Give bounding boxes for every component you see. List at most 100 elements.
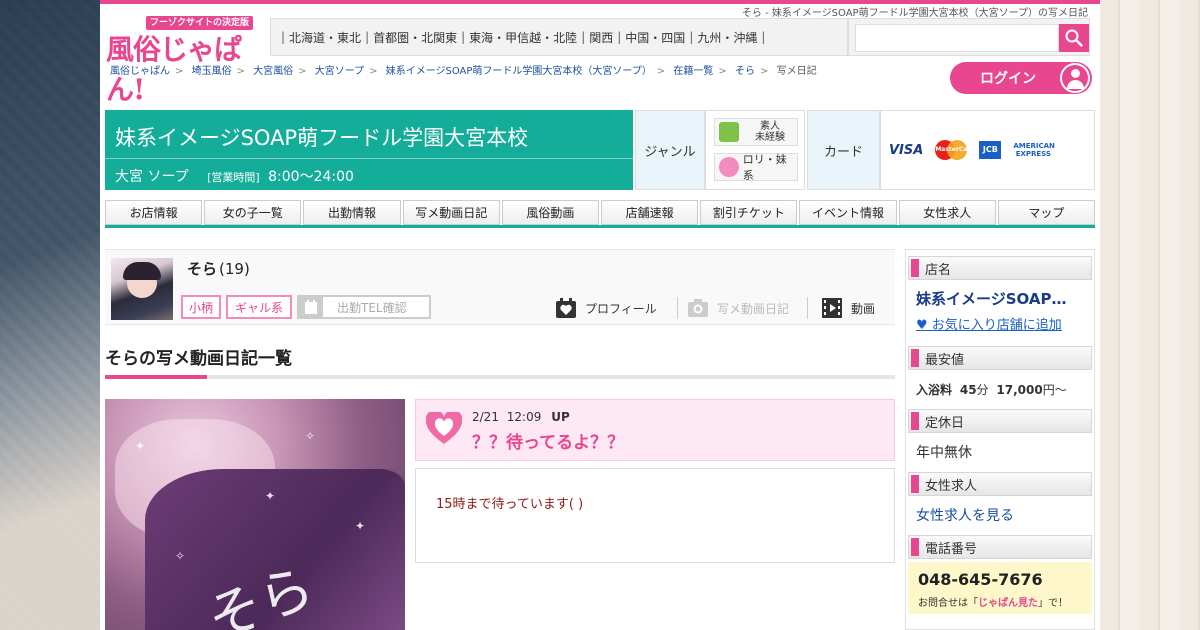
region-link-hokkaido[interactable]: 北海道・東北 <box>289 29 361 46</box>
amex-logo: AMERICAN EXPRESS <box>1013 142 1055 158</box>
nav-girl-list[interactable]: 女の子一覧 <box>204 200 302 225</box>
post-text: 15時まで待っています( ) <box>436 497 584 512</box>
tag-gal[interactable]: ギャル系 <box>226 295 292 319</box>
region-link-chugoku[interactable]: 中国・四国 <box>625 29 685 46</box>
shop-hours: 8:00～24:00 <box>268 169 354 185</box>
region-link-kyushu[interactable]: 九州・沖縄 <box>697 29 757 46</box>
post-title[interactable]: ？？待ってるよ？？ <box>472 428 624 453</box>
shop-hours-label: [営業時間] <box>207 171 260 184</box>
nav-discount[interactable]: 割引チケット <box>700 200 798 225</box>
page-container: そら - 妹系イメージSOAP萌フードル学園大宮本校（大宮ソープ）の写メ日記 フ… <box>100 4 1100 630</box>
phone-box: 048-645-7676 お問合せは「じゃぱん見た」で！ <box>908 562 1092 614</box>
genre-tag-label: 素人 未経験 <box>755 121 785 143</box>
sidebar-shop-name[interactable]: 妹系イメージSOAP… <box>916 288 1066 309</box>
recruit-link[interactable]: 女性求人を見る <box>916 505 1014 525</box>
nav-recruit[interactable]: 女性求人 <box>898 200 996 225</box>
nav-shop-info[interactable]: お店情報 <box>105 200 203 225</box>
breadcrumb-item[interactable]: そら <box>735 66 755 77</box>
tel-check-label: 出勤TEL確認 <box>337 300 407 315</box>
mastercard-logo: MasterCard <box>935 140 968 160</box>
sidebar-heading-recruit: 女性求人 <box>908 472 1092 496</box>
girl-age: (19) <box>219 260 250 278</box>
heart-icon <box>426 412 462 444</box>
background-wood-right <box>1100 0 1200 630</box>
diary-photo[interactable]: ✦ ✧ ✦ ✧ ✦ そら <box>105 399 405 630</box>
shop-header: 妹系イメージSOAP萌フードル学園大宮本校 大宮 ソープ [営業時間] 8:00… <box>105 110 633 190</box>
phone-note: お問合せは「じゃぱん見た」で！ <box>918 598 1068 609</box>
card-logos: VISA MasterCard JCB AMERICAN EXPRESS <box>880 110 1095 190</box>
diary-link-label: 写メ動画日記 <box>717 301 790 316</box>
nav-photo-diary[interactable]: 写メ動画日記 <box>402 200 500 225</box>
sidebar-heading-shop: 店名 <box>908 256 1092 280</box>
sparkle-icon: ✦ <box>265 489 276 503</box>
diary-post-header[interactable]: 2/21 12:09 UP ？？待ってるよ？？ <box>415 399 895 461</box>
girl-name: そら (19) <box>187 260 250 278</box>
site-logo[interactable]: フーゾクサイトの決定版 風俗じゃぱん! <box>106 16 256 106</box>
background-photo-left <box>0 0 100 630</box>
breadcrumb-item[interactable]: 妹系イメージSOAP萌フードル学園大宮本校（大宮ソープ） <box>386 66 652 77</box>
search-button[interactable] <box>1059 24 1089 52</box>
genre-tag-loli[interactable]: ロリ・妹系 <box>714 153 798 182</box>
search-input[interactable] <box>855 24 1059 52</box>
genre-label: ジャンル <box>635 110 705 190</box>
breadcrumb-item[interactable]: 在籍一覧 <box>673 66 713 77</box>
sparkle-icon: ✦ <box>135 439 146 453</box>
sparkle-icon: ✧ <box>175 549 186 563</box>
breadcrumb-current: 写メ日記 <box>776 66 817 77</box>
region-nav: | 北海道・東北 | 首都圏・北関東 | 東海・甲信越・北陸 | 関西 | 中国… <box>270 18 848 56</box>
profile-bar: そら (19) 小柄 ギャル系 出勤TEL確認 プロフィール 写メ動画日記 動画 <box>105 249 895 325</box>
avatar[interactable] <box>111 258 173 320</box>
phone-number[interactable]: 048-645-7676 <box>918 570 1043 589</box>
nav-schedule[interactable]: 出勤情報 <box>303 200 401 225</box>
shop-area-label: 大宮 ソープ <box>115 169 189 185</box>
nav-videos[interactable]: 風俗動画 <box>501 200 600 225</box>
nav-events[interactable]: イベント情報 <box>799 200 897 225</box>
region-link-kansai[interactable]: 関西 <box>589 29 613 46</box>
film-icon <box>822 298 842 318</box>
breadcrumb-item[interactable]: 大宮ソープ <box>315 66 364 77</box>
diary-post-body: 15時まで待っています( ) <box>415 468 895 563</box>
sparkle-icon: ✦ <box>355 519 366 533</box>
card-label: カード <box>807 110 880 190</box>
profile-link[interactable]: プロフィール <box>555 295 657 321</box>
jcb-logo: JCB <box>979 141 1002 159</box>
search-box <box>848 18 1090 56</box>
breadcrumb-item[interactable]: 大宮風俗 <box>253 66 293 77</box>
sidebar-heading-holiday: 定休日 <box>908 409 1092 433</box>
diary-link[interactable]: 写メ動画日記 <box>687 295 789 321</box>
breadcrumb-item[interactable]: 風俗じゃぱん <box>110 66 170 77</box>
region-link-shutoken[interactable]: 首都圏・北関東 <box>373 29 457 46</box>
sidebar-price: 入浴料 45分 17,000円～ <box>916 383 1067 397</box>
sidebar: 店名 妹系イメージSOAP… ♥ お気に入り店舗に追加 最安値 入浴料 45分 … <box>905 249 1095 630</box>
login-label: ログイン <box>980 71 1036 87</box>
calendar-icon <box>299 297 323 317</box>
profile-calendar-icon <box>556 298 576 318</box>
page-subtitle: そら - 妹系イメージSOAP萌フードル学園大宮本校（大宮ソープ）の写メ日記 <box>741 8 1088 19</box>
breadcrumb-item[interactable]: 埼玉風俗 <box>192 66 232 77</box>
tag-petite[interactable]: 小柄 <box>181 295 221 319</box>
profile-link-label: プロフィール <box>585 301 657 316</box>
shop-area: 大宮 ソープ [営業時間] 8:00～24:00 <box>115 166 354 186</box>
lollipop-icon <box>719 157 739 177</box>
video-link[interactable]: 動画 <box>821 295 875 321</box>
genre-tag-label: ロリ・妹系 <box>742 153 787 182</box>
favorite-link[interactable]: ♥ お気に入り店舗に追加 <box>916 314 1062 333</box>
breadcrumb: 風俗じゃぱん > 埼玉風俗 > 大宮風俗 > 大宮ソープ > 妹系イメージSOAP萌フー… <box>110 66 817 77</box>
region-link-tokai[interactable]: 東海・甲信越・北陸 <box>469 29 577 46</box>
nav-map[interactable]: マップ <box>997 200 1096 225</box>
nav-shop-news[interactable]: 店舗速報 <box>601 200 699 225</box>
sidebar-heading-price: 最安値 <box>908 346 1092 370</box>
video-link-label: 動画 <box>851 301 876 316</box>
genre-tag-amateur[interactable]: 素人 未経験 <box>714 118 798 146</box>
post-date: 2/21 12:09 UP <box>472 410 570 424</box>
search-icon <box>1065 29 1083 47</box>
shop-nav: お店情報 女の子一覧 出勤情報 写メ動画日記 風俗動画 店舗速報 割引チケット … <box>105 200 1096 228</box>
camera-icon <box>688 299 708 317</box>
shop-title: 妹系イメージSOAP萌フードル学園大宮本校 <box>115 126 529 150</box>
tel-check-button[interactable]: 出勤TEL確認 <box>297 295 431 319</box>
sidebar-holiday: 年中無休 <box>916 445 972 461</box>
user-icon <box>1060 63 1090 93</box>
visa-logo: VISA <box>889 142 924 158</box>
genre-tags: 素人 未経験 ロリ・妹系 <box>705 110 805 190</box>
login-button[interactable]: ログイン <box>950 62 1092 94</box>
